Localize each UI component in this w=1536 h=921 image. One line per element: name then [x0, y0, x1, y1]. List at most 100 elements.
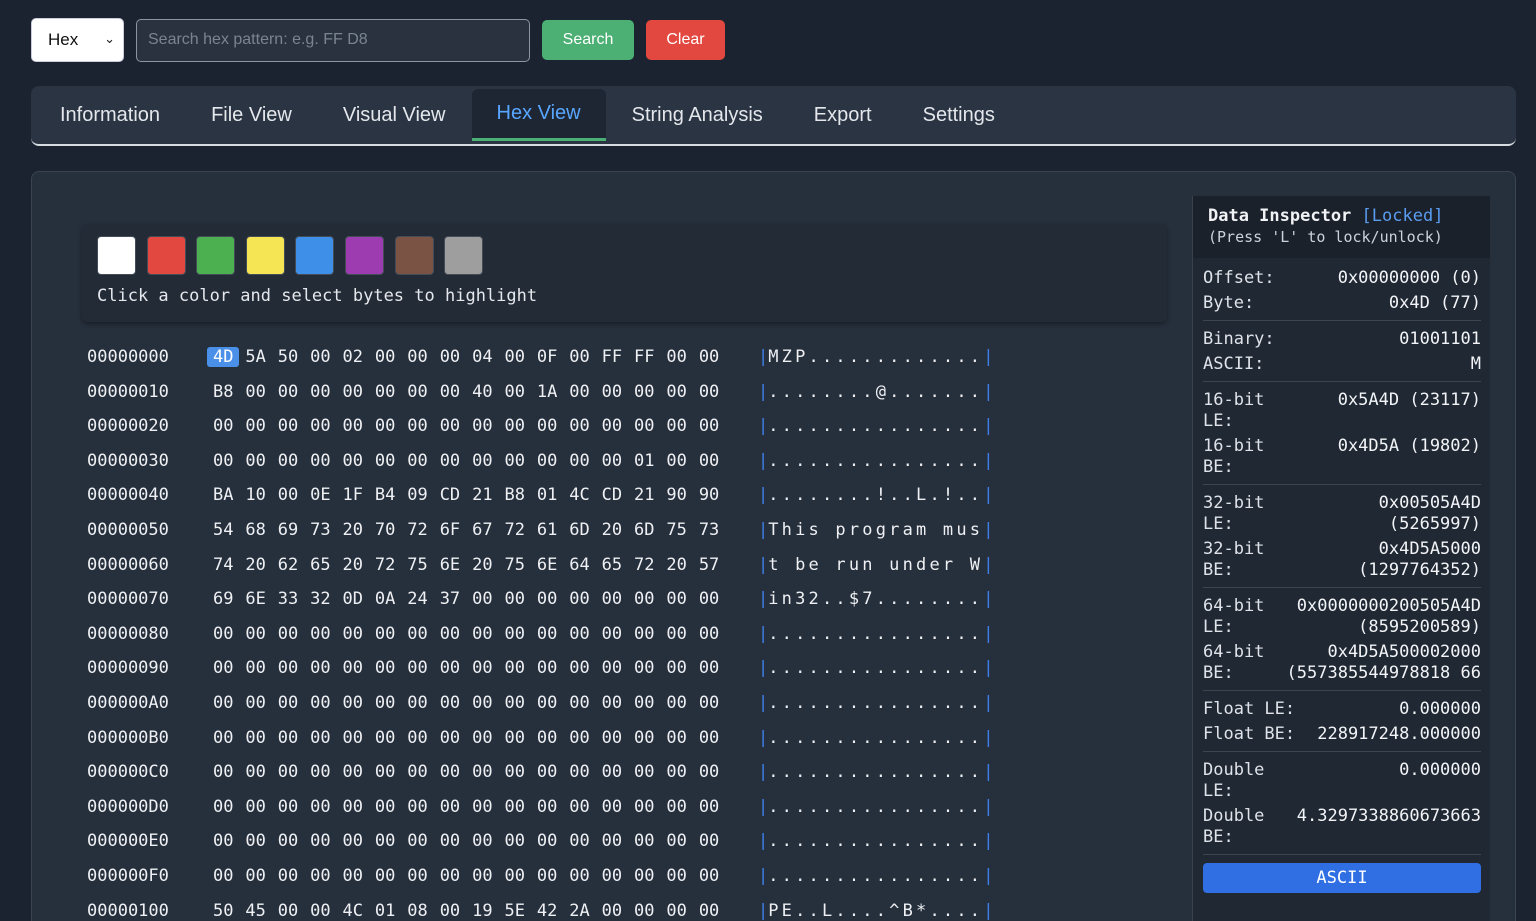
hex-byte[interactable]: 00 [499, 728, 531, 748]
hex-byte[interactable]: 00 [499, 589, 531, 609]
hex-byte[interactable]: 00 [239, 382, 271, 402]
hex-byte[interactable]: 00 [337, 658, 369, 678]
hex-byte[interactable]: 00 [207, 831, 239, 851]
hex-byte[interactable]: 00 [401, 658, 433, 678]
hex-byte[interactable]: 00 [369, 451, 401, 471]
hex-byte[interactable]: 00 [660, 901, 692, 921]
hex-byte[interactable]: 00 [563, 831, 595, 851]
ascii-text[interactable]: t be run under W [768, 555, 983, 575]
hex-byte[interactable]: 00 [628, 416, 660, 436]
hex-byte[interactable]: 00 [563, 693, 595, 713]
hex-byte[interactable]: 00 [693, 624, 725, 644]
hex-byte[interactable]: 00 [272, 866, 304, 886]
hex-byte[interactable]: 00 [660, 624, 692, 644]
hex-byte[interactable]: 00 [239, 624, 271, 644]
hex-byte[interactable]: 00 [434, 382, 466, 402]
hex-byte[interactable]: 00 [304, 901, 336, 921]
hex-byte[interactable]: 33 [272, 589, 304, 609]
hex-byte[interactable]: 00 [337, 762, 369, 782]
ascii-text[interactable]: ................ [768, 831, 983, 851]
hex-byte[interactable]: 00 [434, 866, 466, 886]
hex-byte[interactable]: B4 [369, 485, 401, 505]
hex-byte[interactable]: 00 [369, 658, 401, 678]
hex-byte[interactable]: 00 [369, 762, 401, 782]
hex-byte[interactable]: 00 [434, 831, 466, 851]
hex-byte[interactable]: 01 [531, 485, 563, 505]
hex-byte[interactable]: 00 [239, 866, 271, 886]
hex-byte[interactable]: 00 [466, 866, 498, 886]
hex-byte[interactable]: 00 [628, 901, 660, 921]
hex-byte[interactable]: 00 [466, 451, 498, 471]
hex-byte[interactable]: 00 [207, 451, 239, 471]
hex-byte[interactable]: 67 [466, 520, 498, 540]
hex-byte[interactable]: 00 [660, 416, 692, 436]
hex-byte[interactable]: 00 [239, 797, 271, 817]
hex-byte[interactable]: 00 [563, 762, 595, 782]
hex-byte[interactable]: 64 [563, 555, 595, 575]
hex-byte[interactable]: 00 [304, 658, 336, 678]
tab-settings[interactable]: Settings [898, 89, 1020, 141]
hex-byte[interactable]: 00 [272, 624, 304, 644]
hex-byte[interactable]: 00 [466, 728, 498, 748]
hex-byte[interactable]: CD [596, 485, 628, 505]
hex-byte[interactable]: 00 [466, 416, 498, 436]
hex-byte[interactable]: 00 [531, 728, 563, 748]
hex-byte[interactable]: 00 [207, 658, 239, 678]
tab-visual-view[interactable]: Visual View [318, 89, 471, 141]
hex-byte[interactable]: 1A [531, 382, 563, 402]
hex-byte[interactable]: 00 [466, 624, 498, 644]
hex-byte[interactable]: 00 [434, 451, 466, 471]
hex-byte[interactable]: 00 [434, 347, 466, 367]
hex-byte[interactable]: 00 [207, 797, 239, 817]
hex-byte[interactable]: 00 [466, 797, 498, 817]
hex-byte[interactable]: 00 [660, 658, 692, 678]
hex-byte[interactable]: 00 [531, 658, 563, 678]
hex-byte[interactable]: 00 [304, 451, 336, 471]
hex-byte[interactable]: 00 [369, 728, 401, 748]
search-button[interactable]: Search [542, 20, 634, 60]
hex-byte[interactable]: 00 [207, 693, 239, 713]
hex-byte[interactable]: 00 [401, 382, 433, 402]
hex-byte[interactable]: 90 [660, 485, 692, 505]
hex-byte[interactable]: 4D [207, 347, 240, 367]
hex-byte[interactable]: 00 [660, 451, 692, 471]
hex-byte[interactable]: 00 [499, 797, 531, 817]
hex-byte[interactable]: 00 [304, 728, 336, 748]
hex-byte[interactable]: FF [628, 347, 660, 367]
hex-byte[interactable]: 00 [466, 693, 498, 713]
hex-byte[interactable]: 00 [563, 728, 595, 748]
hex-byte[interactable]: 00 [401, 762, 433, 782]
hex-byte[interactable]: 72 [369, 555, 401, 575]
hex-byte[interactable]: 00 [239, 658, 271, 678]
hex-byte[interactable]: 00 [369, 693, 401, 713]
hex-byte[interactable]: 00 [434, 901, 466, 921]
hex-byte[interactable]: 08 [401, 901, 433, 921]
hex-byte[interactable]: 00 [434, 762, 466, 782]
ascii-text[interactable]: PE..L....^B*.... [768, 901, 983, 921]
hex-byte[interactable]: 00 [401, 416, 433, 436]
hex-byte[interactable]: 00 [337, 416, 369, 436]
hex-byte[interactable]: 00 [596, 797, 628, 817]
hex-byte[interactable]: 75 [499, 555, 531, 575]
hex-byte[interactable]: 00 [272, 831, 304, 851]
hex-byte[interactable]: 4C [563, 485, 595, 505]
hex-byte[interactable]: 37 [434, 589, 466, 609]
hex-byte[interactable]: 61 [531, 520, 563, 540]
hex-byte[interactable]: 00 [628, 797, 660, 817]
hex-byte[interactable]: 72 [628, 555, 660, 575]
hex-byte[interactable]: 19 [466, 901, 498, 921]
hex-byte[interactable]: 20 [239, 555, 271, 575]
hex-byte[interactable]: 00 [596, 589, 628, 609]
hex-byte[interactable]: 2A [563, 901, 595, 921]
hex-byte[interactable]: 00 [531, 624, 563, 644]
hex-byte[interactable]: 00 [337, 831, 369, 851]
hex-byte[interactable]: 00 [272, 451, 304, 471]
hex-byte[interactable]: 00 [596, 451, 628, 471]
hex-byte[interactable]: 62 [272, 555, 304, 575]
hex-byte[interactable]: 00 [660, 693, 692, 713]
hex-byte[interactable]: 20 [337, 555, 369, 575]
hex-byte[interactable]: 0F [531, 347, 563, 367]
hex-byte[interactable]: B8 [207, 382, 239, 402]
hex-byte[interactable]: 00 [207, 624, 239, 644]
hex-byte[interactable]: 00 [596, 658, 628, 678]
